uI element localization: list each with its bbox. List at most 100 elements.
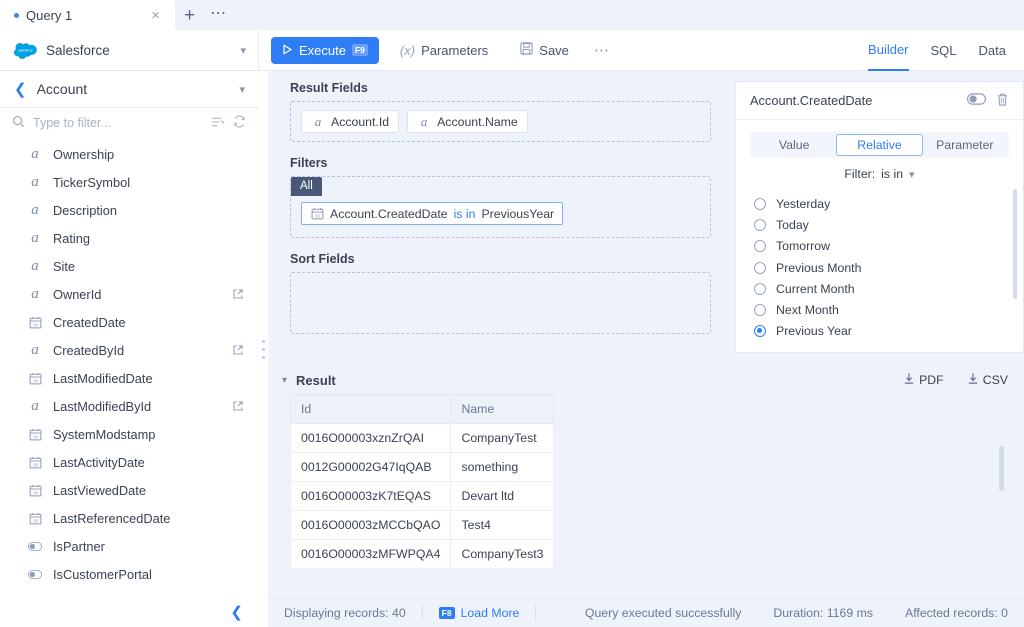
sidebar-chevron-down-icon[interactable]: ▾	[239, 83, 245, 96]
filter-operator-value[interactable]: is in	[881, 167, 903, 181]
calendar-icon: 30	[310, 207, 324, 220]
column-header[interactable]: Id	[289, 394, 452, 424]
collapse-sidebar-icon[interactable]: ❮	[230, 605, 243, 620]
field-item[interactable]: 30 CreatedDate	[0, 308, 259, 336]
radio-icon	[754, 240, 766, 253]
parameters-button[interactable]: (x) Parameters	[389, 37, 499, 64]
field-item[interactable]: a Ownership	[0, 140, 259, 168]
relative-date-option[interactable]: Previous Year	[754, 321, 1023, 342]
field-item[interactable]: a Rating	[0, 224, 259, 252]
export-csv-button[interactable]: CSV	[967, 372, 1008, 388]
refresh-icon[interactable]	[232, 114, 247, 132]
open-reference-icon[interactable]	[231, 344, 245, 356]
result-field-chip[interactable]: a Account.Name	[407, 110, 528, 133]
relative-date-option[interactable]: Next Month	[754, 299, 1023, 320]
open-reference-icon[interactable]	[231, 288, 245, 300]
execute-button[interactable]: Execute F9	[271, 36, 379, 64]
field-item[interactable]: 30 LastModifiedDate	[0, 364, 259, 392]
tab-overflow-menu-icon[interactable]: ⋯	[204, 6, 233, 22]
field-item[interactable]: 30 SystemModstamp	[0, 420, 259, 448]
unsaved-dot-icon	[14, 12, 19, 18]
field-item[interactable]: 30 LastViewedDate	[0, 476, 259, 504]
field-item[interactable]: IsPartner	[0, 532, 259, 560]
mode-parameter[interactable]: Parameter	[923, 134, 1007, 156]
relative-date-option[interactable]: Current Month	[754, 278, 1023, 299]
table-cell[interactable]: 0016O00003zMFWPQA4	[289, 539, 452, 569]
enable-filter-toggle[interactable]	[967, 93, 986, 108]
radio-icon	[754, 218, 766, 231]
result-panel: ▾ Result PDF CSV Id Name 0016O00003xznZr…	[268, 368, 1024, 627]
toolbar-overflow-icon[interactable]: ⋯	[588, 41, 617, 59]
option-label: Today	[776, 217, 809, 232]
table-cell[interactable]: 0012G00002G47IqQAB	[289, 452, 452, 482]
relative-date-option[interactable]: Yesterday	[754, 193, 1023, 214]
export-pdf-button[interactable]: PDF	[903, 372, 944, 388]
field-item[interactable]: a LastModifiedById	[0, 392, 259, 420]
sort-filter-icon[interactable]	[210, 115, 226, 132]
result-scrollbar[interactable]	[999, 446, 1004, 491]
mode-relative[interactable]: Relative	[836, 134, 923, 156]
table-row[interactable]: 0016O00003xznZrQAI CompanyTest	[289, 423, 555, 453]
field-item[interactable]: a CreatedById	[0, 336, 259, 364]
table-cell[interactable]: CompanyTest3	[450, 539, 555, 569]
close-icon[interactable]: ×	[148, 8, 163, 23]
table-cell[interactable]: something	[450, 452, 555, 482]
field-name: CreatedById	[53, 342, 125, 358]
connection-selector[interactable]: salesforce Salesforce ▾	[0, 29, 259, 71]
text-field-icon: a	[31, 229, 39, 246]
collapse-result-icon[interactable]: ▾	[282, 375, 287, 386]
delete-filter-icon[interactable]	[996, 92, 1009, 110]
mode-value[interactable]: Value	[752, 134, 836, 156]
table-row[interactable]: 0016O00003zMCCbQAO Test4	[289, 510, 555, 540]
relative-date-option[interactable]: Previous Month	[754, 257, 1023, 278]
back-chevron-icon[interactable]: ❮	[14, 82, 27, 97]
option-label: Yesterday	[776, 196, 831, 211]
table-row[interactable]: 0012G00002G47IqQAB something	[289, 452, 555, 482]
tab-builder[interactable]: Builder	[868, 30, 909, 71]
field-name: OwnerId	[53, 286, 102, 302]
filter-group-badge[interactable]: All	[291, 177, 322, 196]
filter-chip[interactable]: 30 Account.CreatedDate is in PreviousYear	[301, 202, 564, 225]
salesforce-logo-icon: salesforce	[13, 42, 38, 59]
operator-chevron-down-icon[interactable]: ▾	[909, 168, 915, 181]
filters-dropzone[interactable]: All 30 Account.CreatedDate is in PreviousYe…	[290, 176, 711, 238]
text-field-icon: a	[314, 113, 322, 129]
options-scrollbar[interactable]	[1013, 189, 1017, 299]
field-item[interactable]: 30 LastReferencedDate	[0, 504, 259, 532]
download-icon	[967, 372, 979, 388]
field-item[interactable]: a TickerSymbol	[0, 168, 259, 196]
table-cell[interactable]: 0016O00003zK7tEQAS	[289, 481, 452, 511]
sidebar-filter-input[interactable]	[33, 116, 202, 130]
field-item[interactable]: a OwnerId	[0, 280, 259, 308]
table-row[interactable]: 0016O00003zMFWPQA4 CompanyTest3	[289, 539, 555, 569]
table-cell[interactable]: 0016O00003xznZrQAI	[289, 423, 452, 453]
play-icon	[282, 43, 293, 58]
tab-sql[interactable]: SQL	[931, 30, 957, 71]
table-cell[interactable]: Test4	[450, 510, 555, 540]
table-cell[interactable]: 0016O00003zMCCbQAO	[289, 510, 452, 540]
radio-icon	[754, 261, 766, 274]
relative-date-option[interactable]: Today	[754, 214, 1023, 235]
column-header[interactable]: Name	[450, 394, 555, 424]
tab-data[interactable]: Data	[979, 30, 1006, 71]
sort-fields-dropzone[interactable]	[290, 272, 711, 334]
field-name: CreatedDate	[53, 314, 126, 330]
new-tab-button[interactable]: +	[175, 6, 204, 25]
sidebar-splitter[interactable]	[259, 71, 268, 627]
table-row[interactable]: 0016O00003zK7tEQAS Devart ltd	[289, 481, 555, 511]
chevron-down-icon[interactable]: ▾	[240, 44, 246, 57]
result-fields-dropzone[interactable]: a Account.Id a Account.Name	[290, 101, 711, 142]
result-field-chip[interactable]: a Account.Id	[301, 110, 400, 133]
field-item[interactable]: a Description	[0, 196, 259, 224]
table-cell[interactable]: CompanyTest	[450, 423, 555, 453]
field-item[interactable]: 30 LastActivityDate	[0, 448, 259, 476]
field-name: IsPartner	[53, 538, 105, 554]
field-item[interactable]: IsCustomerPortal	[0, 560, 259, 588]
save-button[interactable]: Save	[509, 37, 580, 64]
field-item[interactable]: a Site	[0, 252, 259, 280]
query-tab[interactable]: Query 1 ×	[0, 0, 175, 30]
table-cell[interactable]: Devart ltd	[450, 481, 555, 511]
load-more-button[interactable]: F8 Load More	[423, 599, 536, 627]
open-reference-icon[interactable]	[231, 400, 245, 412]
relative-date-option[interactable]: Tomorrow	[754, 236, 1023, 257]
